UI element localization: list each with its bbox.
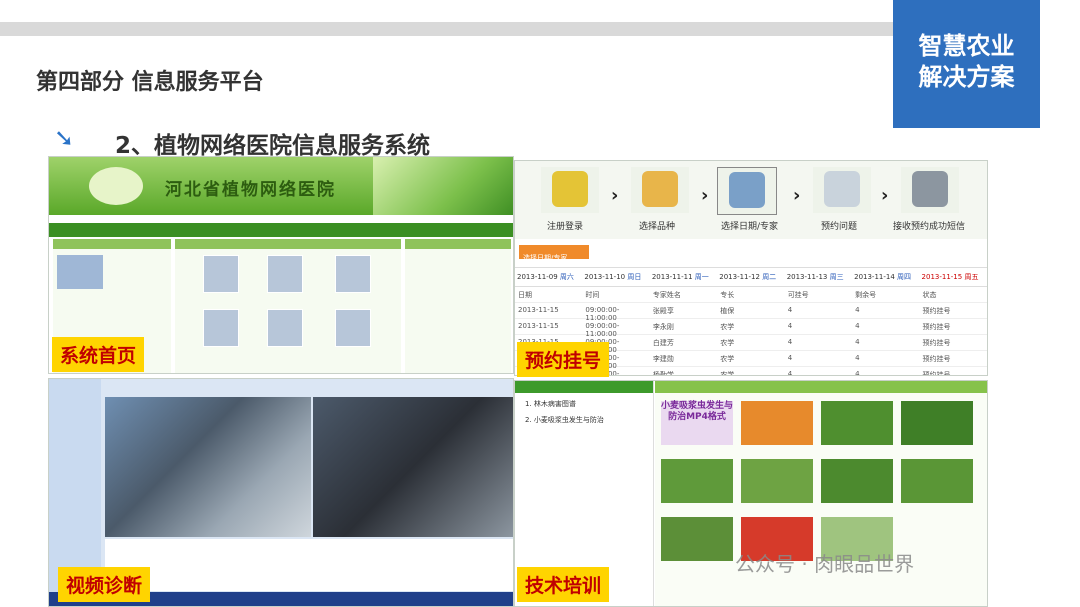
- step-label: 选择日期/专家: [721, 222, 779, 232]
- thumbnail[interactable]: [661, 459, 733, 503]
- label-home: 系统首页: [52, 337, 145, 372]
- table-row: 2013-11-15 09:00:00-11:00:00 张殿享 植保 4 4 预约挂号: [515, 303, 987, 322]
- header-vegetable-image: [373, 157, 513, 215]
- arrow-icon: ➘: [54, 124, 75, 152]
- step-label: 注册登录: [547, 222, 584, 232]
- step-sms-icon: [901, 167, 959, 213]
- step-date-icon: [717, 167, 777, 215]
- step-label: 接收预约成功短信: [893, 222, 966, 232]
- chevron-right-icon: ›: [701, 185, 709, 206]
- site-nav-bar: [49, 223, 513, 237]
- expert-photo: [267, 309, 303, 347]
- badge-line-1: 智慧农业: [918, 32, 1015, 60]
- step-label: 选择品种: [639, 222, 676, 232]
- chevron-right-icon: ›: [793, 185, 801, 206]
- booking-steps: › › › › 注册登录 选择品种 选择日期/专家 预约问题 接收预约成功短信: [515, 161, 987, 239]
- expert-photo: [203, 309, 239, 347]
- thumbnail[interactable]: [741, 459, 813, 503]
- news-column: [405, 239, 511, 373]
- site-header: 河北省植物网络医院: [49, 157, 513, 215]
- site-logo: [89, 167, 143, 205]
- book-link[interactable]: 预约挂号: [920, 335, 987, 350]
- date-cell[interactable]: 2013-11-09 周六: [515, 268, 582, 286]
- thumbnail[interactable]: [821, 401, 893, 445]
- date-selector: 2013-11-09 周六 2013-11-10 周日 2013-11-11 周…: [515, 267, 987, 287]
- table-header: 日期 时间 专家姓名 专长 可挂号 剩余号 状态: [515, 287, 987, 303]
- book-link[interactable]: 预约挂号: [920, 303, 987, 318]
- chevron-right-icon: ›: [611, 185, 619, 206]
- sub-title: 2、植物网络医院信息服务系统: [115, 133, 431, 159]
- category-badge: 智慧农业 解决方案: [893, 0, 1040, 128]
- badge-line-2: 解决方案: [918, 63, 1015, 91]
- building-photo: [57, 255, 103, 289]
- book-link[interactable]: 预约挂号: [920, 351, 987, 366]
- chevron-right-icon: ›: [881, 185, 889, 206]
- thumbnail[interactable]: [901, 401, 973, 445]
- chat-log: [105, 539, 513, 591]
- site-title: 河北省植物网络医院: [165, 180, 336, 200]
- date-cell[interactable]: 2013-11-11 周一: [650, 268, 717, 286]
- top-divider-bar: [0, 22, 895, 36]
- expert-photo: [335, 255, 371, 293]
- tab-label: 选择日期/专家: [523, 254, 568, 262]
- thumbnail[interactable]: [741, 401, 813, 445]
- book-link[interactable]: 预约挂号: [920, 367, 987, 375]
- date-cell[interactable]: 2013-11-12 周二: [717, 268, 784, 286]
- label-video: 视频诊断: [58, 567, 151, 602]
- date-cell[interactable]: 2013-11-13 周三: [785, 268, 852, 286]
- watermark: 公众号 · 肉眼品世界: [735, 552, 915, 576]
- book-link[interactable]: 预约挂号: [920, 319, 987, 334]
- step-question-icon: [813, 167, 871, 213]
- date-cell[interactable]: 2013-11-14 周四: [852, 268, 919, 286]
- video-photo-farmers: [105, 397, 311, 537]
- step-variety-icon: [631, 167, 689, 213]
- table-row: 2013-11-15 09:00:00-11:00:00 李永刚 农学 4 4 预约挂号: [515, 319, 987, 338]
- course-item[interactable]: 1. 林木病害图谱: [515, 393, 653, 409]
- video-photo-expert: [313, 397, 513, 537]
- step-register-icon: [541, 167, 599, 213]
- label-booking: 预约挂号: [517, 342, 610, 377]
- label-training: 技术培训: [517, 567, 610, 602]
- step-label: 预约问题: [821, 222, 858, 232]
- expert-photo: [267, 255, 303, 293]
- date-cell[interactable]: 2013-11-15 周五: [920, 268, 987, 286]
- date-cell[interactable]: 2013-11-10 周日: [582, 268, 649, 286]
- thumbnail[interactable]: [661, 517, 733, 561]
- thumbnail[interactable]: [821, 459, 893, 503]
- thumbnail[interactable]: [901, 459, 973, 503]
- video-banner[interactable]: 小麦吸浆虫发生与防治MP4格式: [661, 401, 733, 445]
- expert-photo: [335, 309, 371, 347]
- expert-photo: [203, 255, 239, 293]
- tab-date-expert[interactable]: 选择日期/专家: [519, 245, 589, 262]
- course-item[interactable]: 2. 小麦吸浆虫发生与防治: [515, 409, 653, 425]
- expert-column: [175, 239, 401, 373]
- section-title: 第四部分 信息服务平台: [36, 70, 264, 95]
